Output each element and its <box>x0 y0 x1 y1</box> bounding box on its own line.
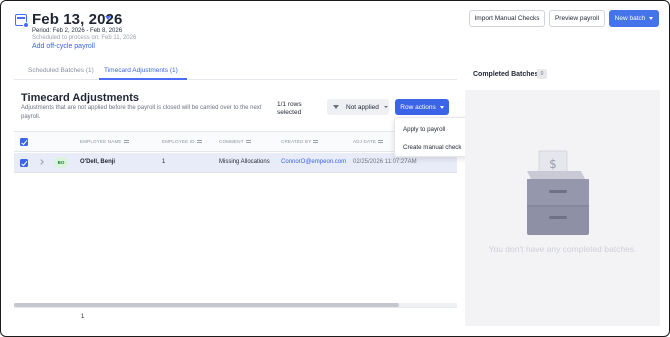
avatar: BO <box>54 157 68 168</box>
active-tab-indicator <box>99 78 187 80</box>
sort-icon <box>123 140 129 144</box>
empty-state-text: You don't have any completed batches. <box>488 244 637 254</box>
tabs-divider <box>14 79 457 80</box>
row-checkbox[interactable] <box>20 159 28 167</box>
row-actions-label: Row actions <box>400 103 436 111</box>
row-actions-menu: Apply to payroll Create manual check <box>394 117 468 157</box>
column-header-employee-name[interactable]: EMPLOYEE NAME <box>80 139 129 144</box>
expand-chevron-icon[interactable] <box>38 159 44 165</box>
period-text: Period: Feb 2, 2026 - Feb 8, 2026 <box>32 28 123 34</box>
employee-id-cell: 1 <box>162 159 166 165</box>
empty-cabinet-icon: $ <box>527 150 589 235</box>
created-by-cell[interactable]: ConnorO@empeon.com <box>281 159 346 165</box>
sort-icon <box>313 140 319 144</box>
column-header-comment[interactable]: COMMENT <box>219 139 251 144</box>
column-header-adj-date[interactable]: ADJ DATE <box>353 139 384 144</box>
section-title: Timecard Adjustments <box>21 92 139 104</box>
preview-payroll-button[interactable]: Preview payroll <box>549 10 605 27</box>
comment-cell: Missing Allocations <box>219 159 270 165</box>
rows-selected-count: 1/1 rows selected <box>277 101 302 116</box>
sort-icon <box>196 140 202 144</box>
new-batch-button[interactable]: New batch <box>609 10 659 27</box>
select-all-checkbox[interactable] <box>20 138 28 146</box>
payroll-window: Feb 13, 2026 Period: Feb 2, 2026 - Feb 8… <box>0 0 670 337</box>
filter-label: Not applied <box>346 103 379 111</box>
pager-divider <box>14 307 457 308</box>
status-dot-icon <box>23 22 29 28</box>
svg-text:$: $ <box>549 157 557 171</box>
sort-icon <box>378 140 384 144</box>
filter-icon <box>333 105 339 109</box>
caret-down-icon <box>383 106 388 108</box>
menu-item-create-manual-check[interactable]: Create manual check <box>403 144 461 151</box>
table-row[interactable]: BO O'Dell, Benji 1 Missing Allocations C… <box>14 153 457 173</box>
page-number[interactable]: 1 <box>81 314 84 320</box>
tab-scheduled-batches[interactable]: Scheduled Batches (1) <box>28 67 94 74</box>
employee-name-cell: O'Dell, Benji <box>80 159 116 165</box>
table-header: EMPLOYEE NAME EMPLOYEE ID COMMENT CREATE… <box>14 132 457 152</box>
scheduled-text: Scheduled to process on: Feb 11, 2026 <box>32 35 137 41</box>
import-manual-checks-label: Import Manual Checks <box>474 15 540 22</box>
chevron-down-icon[interactable] <box>105 16 111 20</box>
add-offcycle-link[interactable]: Add off-cycle payroll <box>32 43 95 50</box>
tab-timecard-adjustments[interactable]: Timecard Adjustments (1) <box>104 67 178 74</box>
adj-date-cell: 02/25/2026 11:07:27AM <box>353 159 417 165</box>
caret-down-icon <box>439 105 444 109</box>
filter-dropdown[interactable]: Not applied <box>327 99 389 115</box>
sort-icon <box>245 140 251 144</box>
row-actions-button[interactable]: Row actions <box>395 99 449 115</box>
preview-payroll-label: Preview payroll <box>554 15 600 22</box>
completed-count-badge: 0 <box>537 69 547 79</box>
column-header-employee-id[interactable]: EMPLOYEE ID <box>162 139 202 144</box>
section-description: Adjustments that are not applied before … <box>21 105 262 120</box>
import-manual-checks-button[interactable]: Import Manual Checks <box>469 10 545 27</box>
column-header-created-by[interactable]: CREATED BY <box>281 139 319 144</box>
new-batch-label: New batch <box>614 15 646 22</box>
caret-down-icon <box>649 17 654 20</box>
completed-batches-title: Completed Batches <box>473 71 539 78</box>
adjustments-table: EMPLOYEE NAME EMPLOYEE ID COMMENT CREATE… <box>14 131 457 326</box>
menu-item-apply-to-payroll[interactable]: Apply to payroll <box>403 126 445 133</box>
